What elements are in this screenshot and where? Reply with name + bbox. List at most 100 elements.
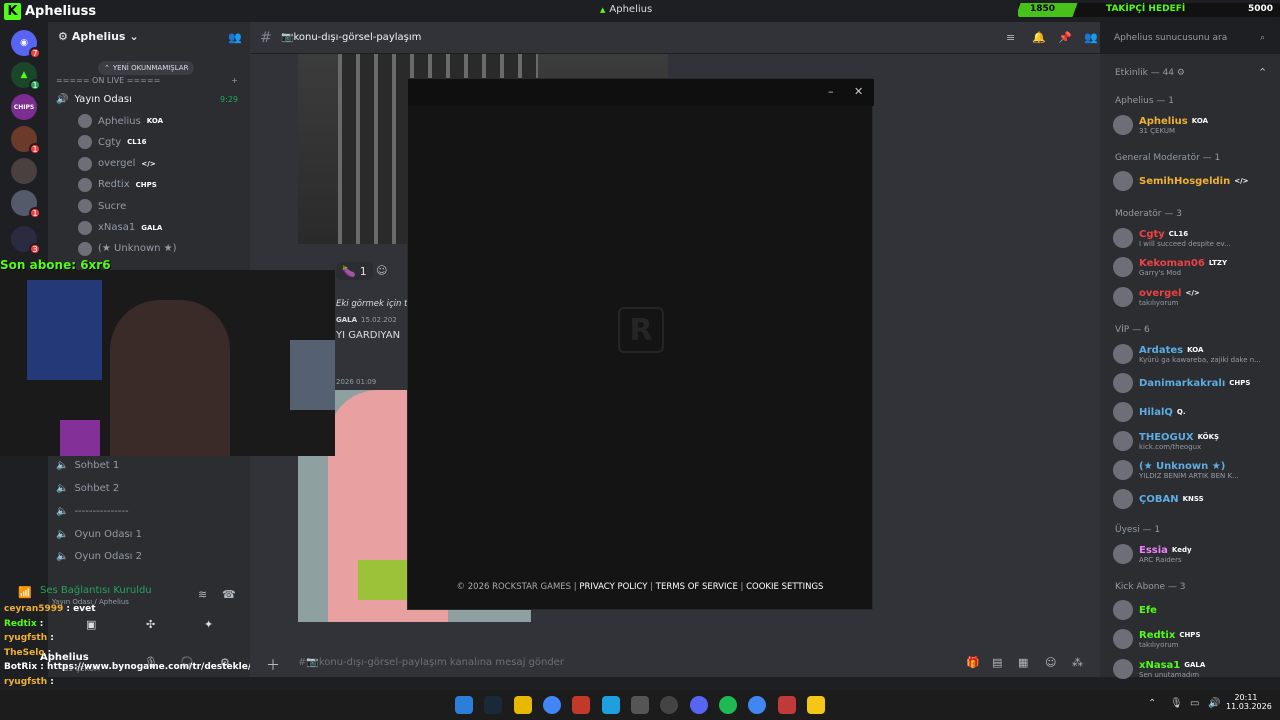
member-item[interactable]: (★ Unknown ★) YILDIZ BENİM ARTIK BEN K... — [1113, 457, 1275, 483]
voice-channel-sohbet-1[interactable]: 🔈 Sohbet 1 — [56, 455, 246, 475]
add-reaction-icon[interactable]: ☺ — [376, 264, 387, 277]
disconnect-icon[interactable]: ☎ — [222, 588, 236, 601]
tray-chevron-icon[interactable]: ⌃ — [1148, 698, 1156, 709]
app-icon[interactable] — [778, 696, 796, 714]
chat-text: evet — [73, 604, 96, 614]
member-group-header: Kick Abone — 3 — [1115, 582, 1186, 592]
member-item[interactable]: Essia Kedy ARC Raiders — [1113, 541, 1275, 567]
voice-channel-oyun-1[interactable]: 🔈 Oyun Odası 1 — [56, 524, 246, 544]
collapse-chevron-icon[interactable]: ⌃ — [1258, 66, 1267, 79]
app-icon[interactable] — [572, 696, 590, 714]
soundboard-icon[interactable]: ✦ — [204, 618, 224, 634]
member-list-icon[interactable]: 👥 — [1084, 31, 1098, 44]
add-attachment-icon[interactable]: ＋ — [266, 655, 280, 675]
member-item[interactable]: xNasa1 GALA Sen unutamadım — [1113, 656, 1275, 682]
server-icon[interactable]: ▲ 1 — [11, 62, 41, 91]
rgb-light — [60, 420, 100, 456]
server-icon[interactable]: 3 — [11, 226, 41, 255]
privacy-policy-link[interactable]: PRIVACY POLICY — [579, 582, 647, 592]
member-item[interactable]: Aphelius KOA 31 ÇEKÜM — [1113, 112, 1275, 138]
voice-channel-yayin[interactable]: 🔊 Yayın Odası 9:29 — [56, 89, 246, 109]
voice-channel-oyun-2[interactable]: 🔈 Oyun Odası 2 — [56, 546, 246, 566]
member-item[interactable]: SemihHosgeldin </> — [1113, 168, 1275, 194]
emoji-icon[interactable]: ☺ — [1045, 656, 1056, 669]
reaction-button[interactable]: 🍆 1 — [336, 262, 373, 280]
avatar — [1113, 600, 1133, 620]
terms-link[interactable]: TERMS OF SERVICE — [656, 582, 738, 592]
voice-member[interactable]: overgel </> — [78, 154, 268, 174]
member-item[interactable]: HilalQ Q. — [1113, 399, 1275, 425]
member-tag: CHPS — [1179, 631, 1201, 639]
voice-member[interactable]: Cgty CL16 — [78, 132, 268, 152]
member-item[interactable]: Kekoman06 LTZY Garry's Mod — [1113, 254, 1275, 280]
chrome-icon[interactable] — [748, 696, 766, 714]
server-icon[interactable]: 1 — [11, 126, 41, 155]
search-input[interactable]: Aphelius sunucusunu ara ⌕ — [1108, 29, 1271, 47]
member-item[interactable]: overgel </> takılıyorum — [1113, 284, 1275, 310]
discord-home-icon[interactable]: ◉ 7 — [11, 30, 41, 59]
volume-icon[interactable]: 🔊 — [1208, 698, 1220, 709]
divider-channel[interactable]: 🔈 --------------- — [56, 501, 246, 521]
sticker-icon[interactable]: ▦ — [1018, 656, 1028, 669]
chat-sep: : — [36, 618, 44, 629]
signal-icon: 📶 — [18, 586, 32, 599]
mic-tray-icon[interactable]: 🎙 — [1170, 698, 1183, 709]
network-icon[interactable]: ▭ — [1190, 698, 1199, 709]
app-icon[interactable] — [631, 696, 649, 714]
member-item[interactable]: Redtix CHPS takılıyorum — [1113, 626, 1275, 652]
member-status: ARC Raiders — [1139, 555, 1182, 564]
plus-icon[interactable]: + — [231, 76, 238, 85]
add-friend-icon[interactable]: 👥 — [228, 31, 242, 44]
video-icon[interactable]: ▣ — [86, 618, 106, 634]
discord-taskbar-icon[interactable] — [690, 696, 708, 714]
server-header[interactable]: ⚙ Aphelius ⌄ — [58, 30, 139, 43]
app-icon[interactable] — [660, 696, 678, 714]
avatar — [1113, 544, 1133, 564]
cookie-settings-link[interactable]: COOKIE SETTINGS — [746, 582, 823, 592]
chat-user: ryugfsth — [4, 677, 48, 687]
rockstar-taskbar-icon[interactable] — [807, 696, 825, 714]
member-name: Essia — [1139, 544, 1168, 556]
attachment-hint[interactable]: Eki görmek için tık — [336, 299, 415, 309]
activity-header: Etkinlik — 44 ⚙ — [1115, 68, 1185, 78]
member-name-row: Ardates KOA — [1139, 345, 1261, 356]
spotify-icon[interactable] — [719, 696, 737, 714]
app-icon[interactable] — [602, 696, 620, 714]
avatar — [78, 241, 92, 256]
voice-member[interactable]: xNasa1 GALA — [78, 218, 268, 238]
chrome-icon[interactable] — [543, 696, 561, 714]
voice-member[interactable]: (★ Unknown ★) — [78, 239, 268, 259]
clock-date: 11.03.2026 — [1226, 702, 1272, 711]
voice-member[interactable]: Aphelius KOA — [78, 111, 268, 131]
threads-icon[interactable]: ≡ — [1006, 31, 1015, 44]
close-icon[interactable]: ✕ — [854, 85, 863, 98]
activity-icon[interactable]: ✣ — [146, 618, 166, 634]
apps-icon[interactable]: ⁂ — [1072, 656, 1083, 669]
server-icon[interactable]: 1 — [11, 190, 41, 219]
voice-member[interactable]: Sucre — [78, 196, 268, 216]
window-title-text: Aphelius — [609, 4, 653, 15]
voice-channel-sohbet-2[interactable]: 🔈 Sohbet 2 — [56, 478, 246, 498]
member-item[interactable]: THEOGUX KÖKŞ kick.com/theogux — [1113, 428, 1275, 454]
on-live-category[interactable]: ===== ON LIVE ===== + — [56, 70, 246, 90]
pin-icon[interactable]: 📌 — [1058, 31, 1072, 44]
bell-icon[interactable]: 🔔 — [1032, 31, 1046, 44]
clock[interactable]: 20:11 11.03.2026 — [1226, 693, 1272, 711]
member-item[interactable]: Cgty CL16 I will succeed despite ev... — [1113, 225, 1275, 251]
chips-server-icon[interactable]: CHIPS — [11, 94, 37, 120]
steam-icon[interactable] — [484, 696, 502, 714]
noise-icon[interactable]: ≋ — [198, 588, 207, 601]
minimize-icon[interactable]: – — [828, 85, 834, 98]
member-item[interactable]: Danimarkakralı CHPS — [1113, 370, 1275, 396]
gift-icon[interactable]: 🎁 — [966, 656, 980, 669]
member-item[interactable]: ÇOBAN KNSS — [1113, 486, 1275, 512]
member-name-row: Essia Kedy — [1139, 545, 1192, 556]
file-explorer-icon[interactable] — [514, 696, 532, 714]
member-item[interactable]: Ardates KOA Kyürü ga kawareba, zajiki dake… — [1113, 341, 1275, 367]
gif-icon[interactable]: ▤ — [992, 656, 1002, 669]
member-item[interactable]: Efe — [1113, 597, 1275, 623]
voice-status: Ses Bağlantısı Kuruldu — [40, 585, 152, 596]
server-icon[interactable] — [11, 158, 37, 184]
voice-member[interactable]: Redtix CHPS — [78, 175, 268, 195]
windows-start-icon[interactable] — [455, 696, 473, 714]
